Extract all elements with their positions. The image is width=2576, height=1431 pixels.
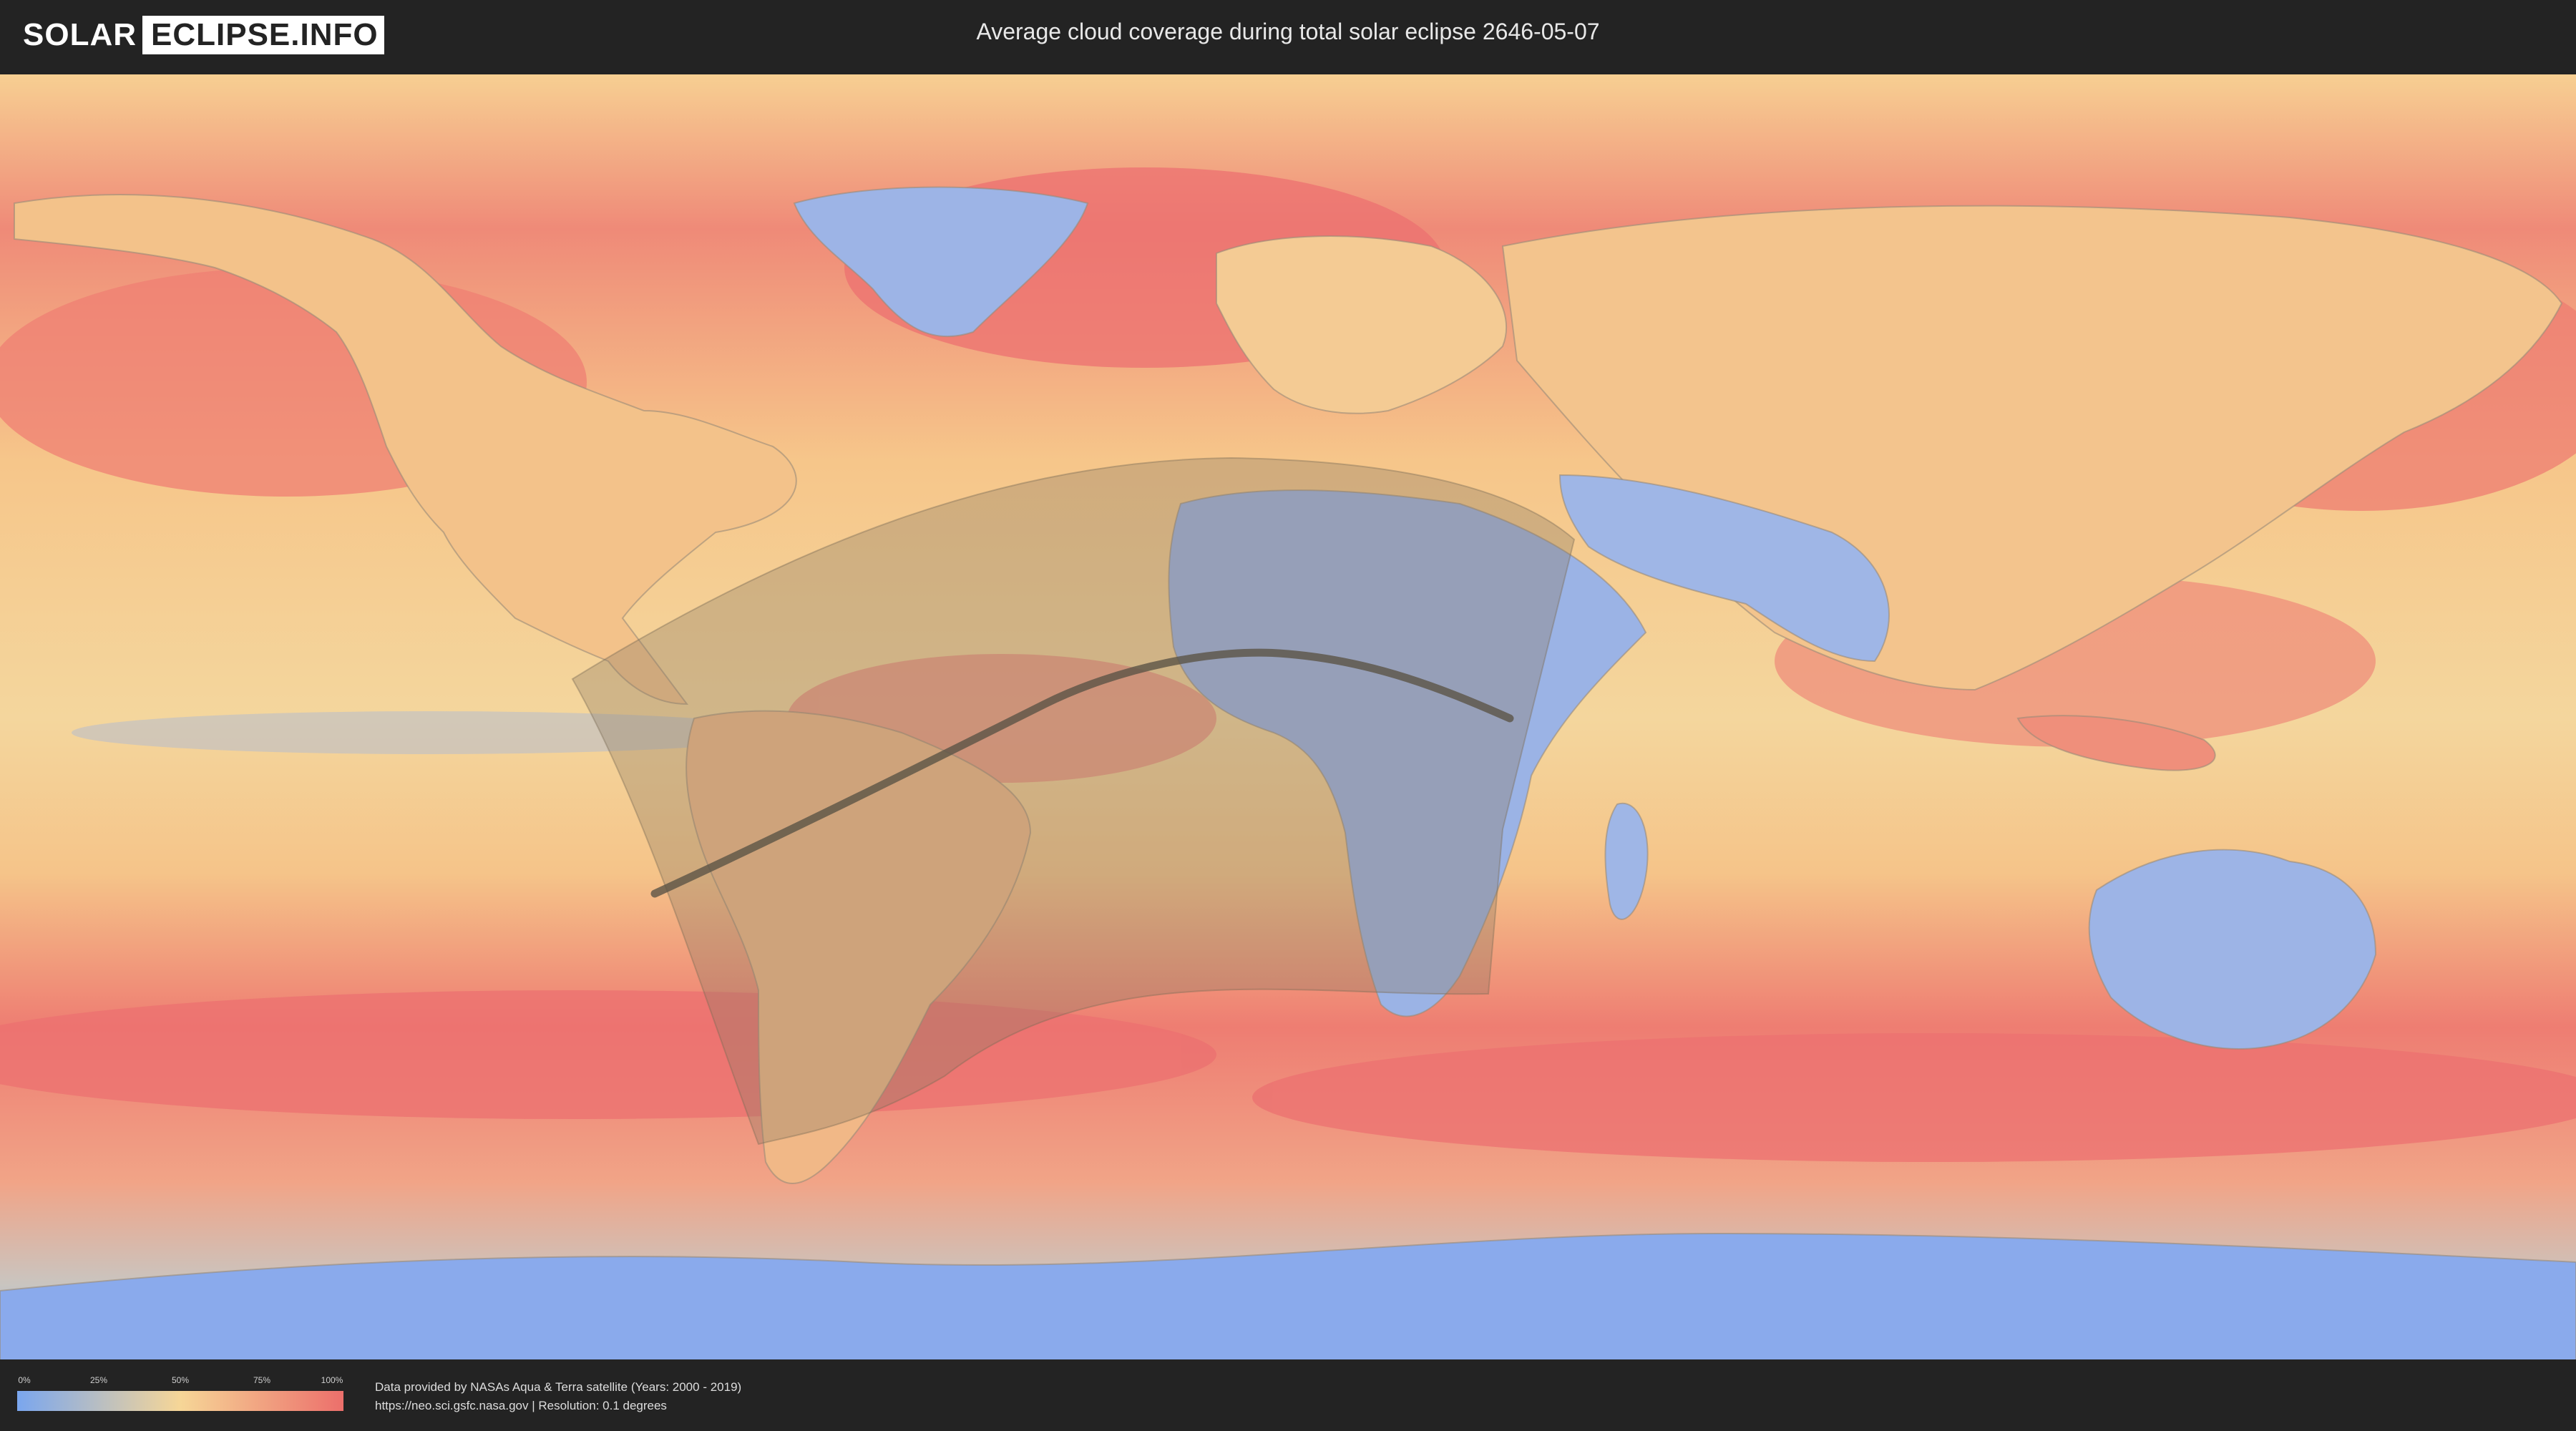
legend-tick-0: 0% (18, 1375, 31, 1385)
page-title: Average cloud coverage during total sola… (976, 19, 1600, 44)
credit-line-1: Data provided by NASAs Aqua & Terra sate… (375, 1380, 742, 1394)
cloud-coverage-legend: 0% 25% 50% 75% 100% (17, 1375, 343, 1412)
legend-tick-50: 50% (171, 1375, 190, 1385)
header-bar: SOLAR ECLIPSE.INFO Average cloud coverag… (0, 0, 2576, 72)
legend-tick-25: 25% (89, 1375, 108, 1385)
legend-ticks: 0% 25% 50% 75% 100% (17, 1375, 343, 1385)
footer-bar: 0% 25% 50% 75% 100% Data provided by NAS… (0, 1359, 2576, 1431)
data-credits: Data provided by NASAs Aqua & Terra sate… (375, 1378, 741, 1415)
credit-line-2[interactable]: https://neo.sci.gsfc.nasa.gov | Resoluti… (375, 1397, 741, 1415)
legend-color-bar (17, 1391, 343, 1411)
legend-tick-75: 75% (253, 1375, 271, 1385)
legend-tick-100: 100% (321, 1375, 343, 1385)
cloud-coverage-map (0, 74, 2576, 1362)
